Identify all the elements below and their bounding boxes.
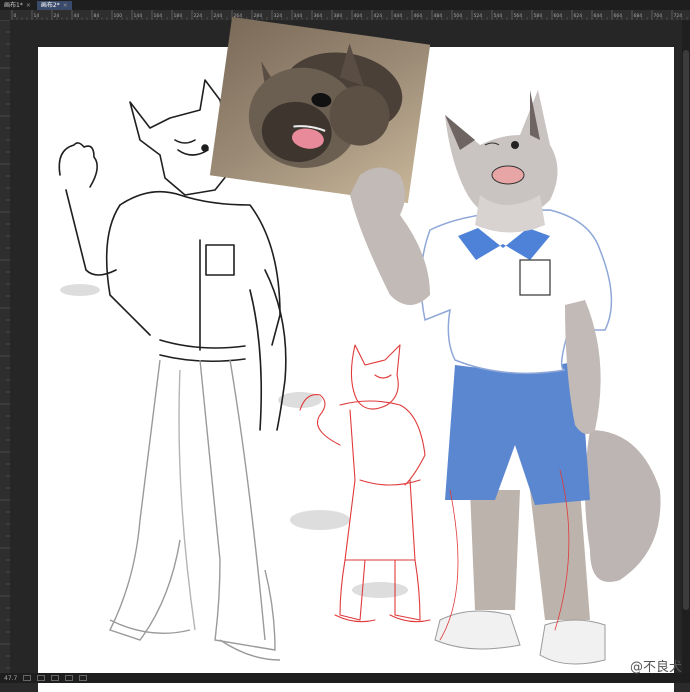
ruler-tick-label: 564: [514, 13, 523, 19]
ruler-tick-label: 284: [254, 13, 263, 19]
status-bar: 47.7: [0, 673, 690, 683]
ruler-tick-label: 324: [274, 13, 283, 19]
ruler-tick-label: 384: [334, 13, 343, 19]
close-icon[interactable]: ×: [63, 1, 68, 10]
ruler-tick-label: 624: [574, 13, 583, 19]
ruler-tick-label: 224: [194, 13, 203, 19]
ruler-tick-label: 264: [234, 13, 243, 19]
close-icon[interactable]: ×: [26, 1, 31, 10]
ruler-tick-label: 544: [494, 13, 503, 19]
canvas-viewport[interactable]: [10, 20, 690, 692]
rotate-right-button[interactable]: [65, 675, 74, 681]
ruler-tick-label: 724: [674, 13, 683, 19]
ruler-tick-label: 464: [414, 13, 423, 19]
ruler-tick-label: 644: [594, 13, 603, 19]
zoom-level[interactable]: 47.7: [4, 675, 17, 682]
ruler-tick-label: 524: [474, 13, 483, 19]
ruler-tick-label: 364: [314, 13, 323, 19]
ruler-tick-label: 704: [654, 13, 663, 19]
watermark-text: @不良犬: [629, 660, 682, 675]
ruler-tick-label: 444: [394, 13, 403, 19]
ruler-tick-label: 100: [114, 13, 123, 19]
reset-view-button[interactable]: [79, 675, 88, 681]
drawing-paper[interactable]: [38, 47, 674, 692]
tab-canvas-1[interactable]: 画布1* ×: [0, 1, 35, 10]
ruler-tick-label: 24: [54, 13, 60, 19]
ruler-tick-label: 484: [434, 13, 443, 19]
ruler-tick-label: 184: [174, 13, 183, 19]
ruler-tick-label: 144: [134, 13, 143, 19]
ruler-tick-label: 504: [454, 13, 463, 19]
scroll-thumb[interactable]: [683, 50, 689, 610]
ruler-tick-label: 344: [294, 13, 303, 19]
ruler-tick-label: 404: [354, 13, 363, 19]
rotate-left-button[interactable]: [51, 675, 60, 681]
vertical-scrollbar[interactable]: [682, 20, 690, 673]
ruler-tick-label: 244: [214, 13, 223, 19]
nav-prev-button[interactable]: [23, 675, 32, 681]
tab-canvas-2[interactable]: 画布2* ×: [36, 0, 72, 10]
ruler-tick-label: 164: [154, 13, 163, 19]
ruler-tick-label: 684: [634, 13, 643, 19]
ruler-tick-label: 44: [74, 13, 80, 19]
ruler-tick-label: 424: [374, 13, 383, 19]
ruler-tick-label: 14: [34, 13, 40, 19]
ruler-tick-label: 84: [94, 13, 100, 19]
nav-next-button[interactable]: [37, 675, 46, 681]
ruler-tick-label: 584: [534, 13, 543, 19]
tab-label: 画布2*: [40, 1, 60, 9]
ruler-tick-label: 0: [14, 13, 17, 19]
tab-label: 画布1*: [4, 1, 23, 9]
ruler-tick-label: 664: [614, 13, 623, 19]
ruler-tick-label: 604: [554, 13, 563, 19]
tab-bar: 画布1* × 画布2* ×: [0, 0, 690, 10]
